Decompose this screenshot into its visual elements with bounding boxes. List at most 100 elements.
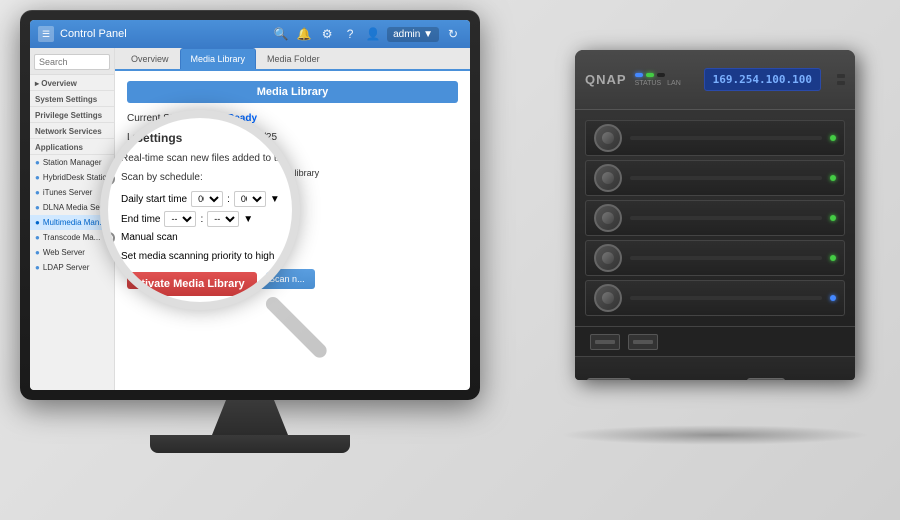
nas-drive-icon-4 [594,244,622,272]
monitor-screen: ☰ Control Panel 🔍 🔔 ⚙ ? 👤 admin ▼ ↻ [30,20,470,390]
time-arrow: ▼ [276,201,285,211]
screen-topbar: ☰ Control Panel 🔍 🔔 ⚙ ? 👤 admin ▼ ↻ [30,20,470,48]
nas-led-lan [646,73,654,77]
end-time-label: End time [142,220,178,230]
search-input[interactable] [34,54,110,70]
time-colon-2: : [214,220,217,230]
sidebar: ▸ Overview System Settings Privilege Set… [30,48,115,390]
monitor: ☰ Control Panel 🔍 🔔 ⚙ ? 👤 admin ▼ ↻ [20,10,500,470]
screen-body: ▸ Overview System Settings Privilege Set… [30,48,470,390]
update-label: Last update: [127,132,227,143]
nas-led-off [657,73,665,77]
nas-led-status [635,73,643,77]
sidebar-item-station-manager[interactable]: ● Station Manager [30,155,114,170]
gear-icon[interactable]: ⚙ [318,25,336,43]
user-label[interactable]: admin ▼ [387,27,439,42]
sidebar-item-ldap[interactable]: ● LDAP Server [30,260,114,275]
menu-icon[interactable]: ☰ [38,26,54,42]
nas-drive-light-3 [830,215,836,221]
radio-realtime-label: Real-time scan new files added to the li… [142,168,319,178]
nas-drive-4 [585,240,845,276]
user-icon[interactable]: 👤 [364,25,382,43]
monitor-base [150,435,350,453]
sidebar-section-apps: Applications [30,139,114,155]
update-value: 2015/08/25 [227,132,277,143]
sidebar-section-network: Network Services [30,123,114,139]
radio-schedule-label: Scan by schedule: [142,183,216,193]
nas-body: QNAP STATUS LAN 169.254.100.100 [575,50,855,380]
sidebar-section-overview: ▸ Overview [30,75,114,91]
end-hour-select[interactable]: -- [182,217,210,232]
nas-drive-light-5 [830,295,836,301]
scan-settings-title: Scan Settings [127,151,458,162]
end-min-select[interactable]: -- [220,217,248,232]
bell-icon[interactable]: 🔔 [295,25,313,43]
start-min-select[interactable]: 00 [244,198,272,213]
nas-drive-2 [585,160,845,196]
status-value: Ready [227,113,257,124]
sidebar-item-web[interactable]: ● Web Server [30,245,114,260]
monitor-stand [210,400,290,440]
tab-media-folder[interactable]: Media Folder [256,48,331,69]
sidebar-item-multimedia[interactable]: ● Multimedia Man... [30,215,114,230]
sidebar-item-transcode[interactable]: ● Transcode Ma... [30,230,114,245]
nas-brand: QNAP [585,72,627,87]
nas-drive-light-2 [830,175,836,181]
status-label: Current Status: [127,113,227,124]
nas-drives [575,110,855,326]
breadcrumb: Control Panel [60,28,266,40]
help-icon[interactable]: ? [341,25,359,43]
status-row: Current Status: Ready [127,113,458,124]
nas-drive-icon-1 [594,124,622,152]
tabs-bar: Overview Media Library Media Folder [115,48,470,71]
nas-power-button[interactable]: POWER [587,378,631,380]
nas-copy-button[interactable]: COPY [747,378,785,380]
start-hour-select[interactable]: 00 [206,198,234,213]
sidebar-item-itunes[interactable]: ● iTunes Server [30,185,114,200]
deactivate-button[interactable]: Deactivate Media Library [127,269,253,289]
daily-start-label: Daily start time [142,201,202,211]
refresh-icon[interactable]: ↻ [444,25,462,43]
nas-lan-label: LAN [667,80,681,87]
daily-start-time-row: Daily start time 00 : 00 ▼ [142,198,458,213]
nas-drive-light-4 [830,255,836,261]
action-buttons: Deactivate Media Library Scan n... [127,269,458,289]
nas-drive-3 [585,200,845,236]
nas-drive-icon-2 [594,164,622,192]
scan-button[interactable]: Scan n... [259,269,315,289]
radio-manual[interactable]: Manual scan [127,236,458,246]
sidebar-section-privilege: Privilege Settings [30,107,114,123]
radio-schedule-circle[interactable] [127,183,137,193]
time-colon-1: : [238,201,241,211]
nas-ip-display: 169.254.100.100 [704,68,821,91]
tab-overview[interactable]: Overview [120,48,180,69]
radio-schedule[interactable]: Scan by schedule: [127,183,458,193]
end-time-row: End time -- : -- ▼ [142,217,458,232]
update-row: Last update: 2015/08/25 [127,132,458,143]
content-area: Media Library Current Status: Ready Last… [115,71,470,390]
radio-realtime-circle[interactable] [127,168,137,178]
nas-drive-light-1 [830,135,836,141]
nas-drive-5 [585,280,845,316]
main-content: Overview Media Library Media Folder Medi… [115,48,470,390]
checkbox-priority-box[interactable] [127,251,137,261]
nas-shadow [560,425,870,445]
nas-status-label: STATUS [635,80,662,87]
nas-drive-icon-3 [594,204,622,232]
search-icon[interactable]: 🔍 [272,25,290,43]
nas-bottom-panel: POWER COPY [575,356,855,380]
radio-manual-label: Manual scan [142,236,193,246]
monitor-bezel: ☰ Control Panel 🔍 🔔 ⚙ ? 👤 admin ▼ ↻ [20,10,480,400]
end-time-arrow: ▼ [252,220,261,230]
nas-top-panel: QNAP STATUS LAN 169.254.100.100 [575,50,855,110]
topbar-icons-right: 🔍 🔔 ⚙ ? 👤 admin ▼ ↻ [272,25,462,43]
nas-drive-icon-5 [594,284,622,312]
radio-realtime[interactable]: Real-time scan new files added to the li… [127,168,458,178]
sidebar-item-hybriddesk[interactable]: ● HybridDesk Station [30,170,114,185]
tab-media-library[interactable]: Media Library [180,48,257,69]
checkbox-priority[interactable]: Set media scanning priority to high [127,251,458,261]
sidebar-item-dlna[interactable]: ● DLNA Media Serv... [30,200,114,215]
section-title: Media Library [127,81,458,103]
checkbox-priority-label: Set media scanning priority to high [142,251,280,261]
radio-manual-circle[interactable] [127,236,137,246]
